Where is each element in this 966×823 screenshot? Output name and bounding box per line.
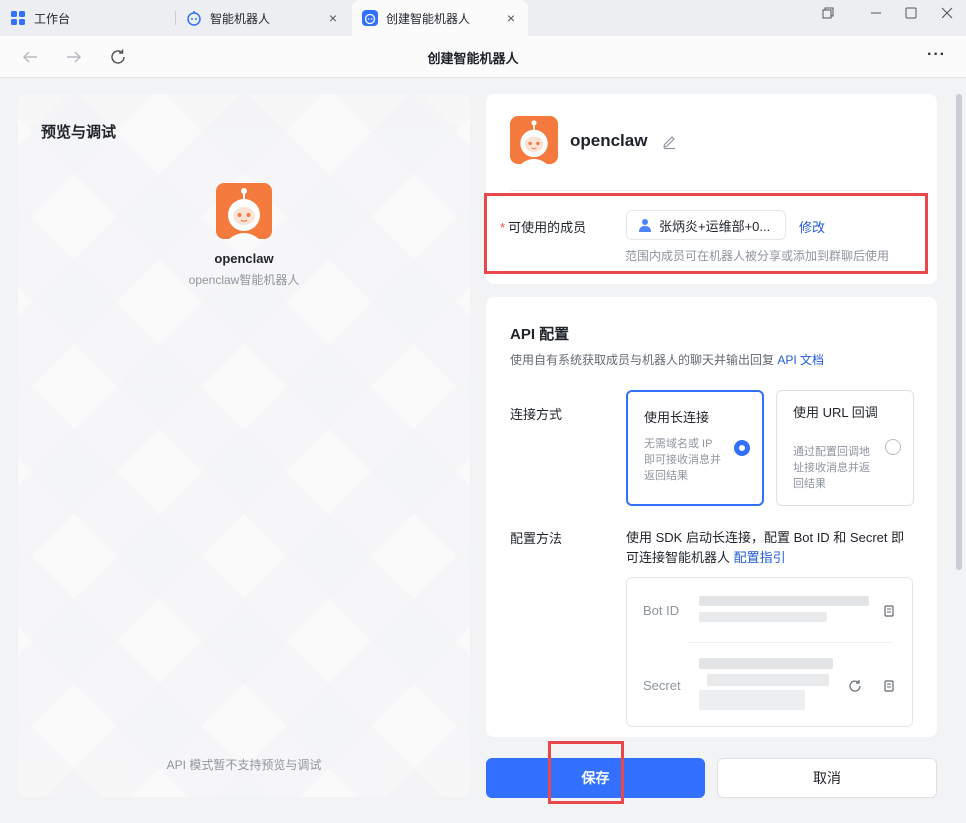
bot-name: openclaw [214,251,274,266]
tab-workbench[interactable]: 工作台 [10,0,180,36]
tab-label: 工作台 [34,11,71,26]
divider [510,190,913,191]
secret-value-blurred [699,658,833,669]
bot-description: openclaw智能机器人 [188,273,300,287]
copy-icon[interactable] [882,679,896,693]
refresh-icon[interactable] [848,679,862,693]
highlight-box [484,193,928,274]
preview-title: 预览与调试 [41,124,117,141]
minimize-icon[interactable] [862,4,890,22]
robot-icon [362,10,378,26]
option-title: 使用 URL 回调 [793,405,878,420]
secret-label: Secret [643,678,681,693]
credentials-box: Bot ID Secret [626,577,913,727]
tab-bar: 工作台 智能机器人 × 创建智能机器人 × [0,0,966,36]
tab-separator [175,11,176,25]
bot-id-value-blurred [699,612,827,622]
bot-id-label: Bot ID [643,603,680,618]
option-title: 使用长连接 [644,410,710,425]
tab-create-bot[interactable]: 创建智能机器人 × [352,0,528,36]
secret-value-blurred [707,674,829,686]
api-doc-link[interactable]: API 文档 [777,353,824,367]
bot-name: openclaw [570,131,648,150]
close-window-icon[interactable] [933,4,961,22]
option-subtitle: 无需域名或 IP 即可接收消息并返回结果 [644,438,721,482]
edit-pencil-icon[interactable] [661,134,677,150]
close-icon[interactable]: × [504,11,518,25]
api-config-description: 使用自有系统获取成员与机器人的聊天并输出回复 API 文档 [510,351,824,368]
radio-unselected[interactable] [885,439,901,455]
option-long-connection[interactable]: 使用长连接 无需域名或 IP 即可接收消息并返回结果 [626,390,764,506]
cancel-button[interactable]: 取消 [717,758,937,798]
option-subtitle: 通过配置回调地址接收消息并返回结果 [793,446,870,490]
bot-id-value-blurred [699,596,869,606]
page-title: 创建智能机器人 [427,51,519,66]
bot-avatar [216,183,272,239]
credentials-separator [689,642,893,643]
secret-value-blurred [699,690,805,710]
preview-unsupported-note: API 模式暂不支持预览与调试 [166,758,322,772]
connection-method-label: 连接方式 [510,407,563,422]
tab-label: 创建智能机器人 [386,11,471,26]
config-method-label: 配置方法 [510,531,563,546]
maximize-icon[interactable] [897,4,925,22]
copy-icon[interactable] [882,604,896,618]
restore-window-icon[interactable] [814,4,842,22]
preview-panel: 预览与调试 openclaw openclaw智能机器人 API 模式暂不支持预… [18,94,470,797]
scrollbar[interactable] [956,94,962,570]
tab-label: 智能机器人 [210,11,271,26]
api-desc-text: 使用自有系统获取成员与机器人的聊天并输出回复 [510,353,775,367]
grid-icon [10,10,26,26]
config-method-description: 使用 SDK 启动长连接，配置 Bot ID 和 Secret 即可连接智能机器… [626,528,916,568]
api-config-title: API 配置 [510,326,570,343]
api-config-card: API 配置 使用自有系统获取成员与机器人的聊天并输出回复 API 文档 连接方… [486,297,937,737]
tab-bots[interactable]: 智能机器人 × [186,0,350,36]
highlight-box [548,741,624,804]
close-icon[interactable]: × [326,11,340,25]
robot-icon [186,10,202,26]
bot-avatar[interactable] [510,116,558,164]
option-url-callback[interactable]: 使用 URL 回调 通过配置回调地址接收消息并返回结果 [776,390,914,506]
config-guide-link[interactable]: 配置指引 [734,550,786,565]
toolbar: 创建智能机器人 ··· [0,36,966,78]
radio-selected[interactable] [734,440,750,456]
more-options-icon[interactable]: ··· [927,46,946,64]
